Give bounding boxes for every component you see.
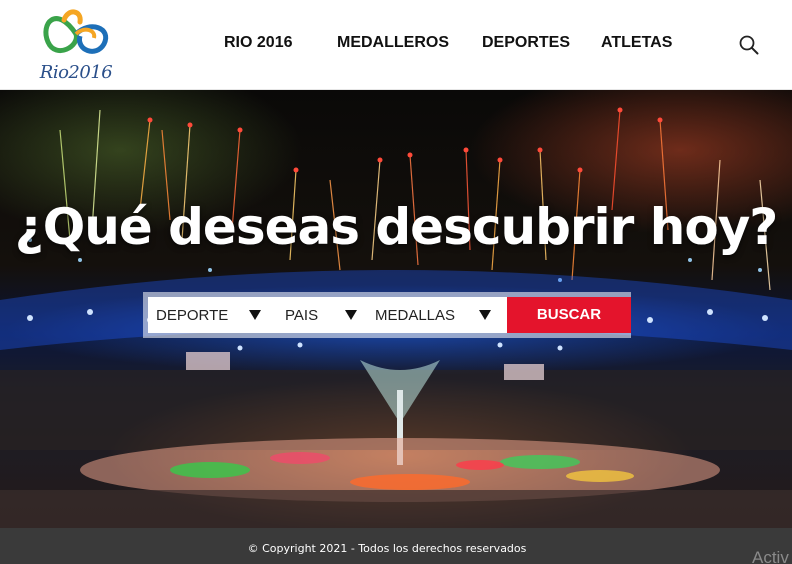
nav-item-atletas[interactable]: ATLETAS bbox=[601, 34, 672, 52]
logo-text: Rio2016 bbox=[39, 62, 113, 83]
search-icon bbox=[739, 35, 759, 55]
triangle-down-icon bbox=[479, 310, 491, 320]
select-pais[interactable]: PAIS bbox=[273, 297, 369, 333]
rio-2016-logo[interactable]: Rio2016 bbox=[36, 6, 116, 86]
select-deporte-label: DEPORTE bbox=[156, 307, 229, 324]
select-deporte[interactable]: DEPORTE bbox=[148, 297, 273, 333]
os-activation-overlay: Activ bbox=[752, 548, 789, 564]
site-footer: © Copyright 2021 - Todos los derechos re… bbox=[0, 528, 792, 564]
site-header: Rio2016 RIO 2016 MEDALLEROS DEPORTES ATL… bbox=[0, 0, 792, 90]
nav-item-medalleros[interactable]: MEDALLEROS bbox=[337, 34, 449, 52]
search-filter-inner: DEPORTE PAIS MEDALLAS BUSCAR bbox=[148, 297, 631, 333]
select-medallas[interactable]: MEDALLAS bbox=[369, 297, 507, 333]
buscar-button[interactable]: BUSCAR bbox=[507, 297, 631, 333]
hero-banner: ¿Qué deseas descubrir hoy? DEPORTE PAIS … bbox=[0, 90, 792, 528]
triangle-down-icon bbox=[249, 310, 261, 320]
select-pais-label: PAIS bbox=[285, 307, 319, 324]
select-medallas-label: MEDALLAS bbox=[375, 307, 456, 324]
search-button[interactable] bbox=[738, 34, 760, 56]
copyright-text: © Copyright 2021 - Todos los derechos re… bbox=[247, 542, 527, 555]
nav-item-deportes[interactable]: DEPORTES bbox=[482, 34, 570, 52]
hero-title: ¿Qué deseas descubrir hoy? bbox=[14, 198, 779, 256]
nav-item-rio-2016[interactable]: RIO 2016 bbox=[224, 34, 292, 52]
triangle-down-icon bbox=[345, 310, 357, 320]
olympic-rings-icon bbox=[43, 9, 109, 54]
search-filter-bar: DEPORTE PAIS MEDALLAS BUSCAR bbox=[143, 292, 631, 338]
